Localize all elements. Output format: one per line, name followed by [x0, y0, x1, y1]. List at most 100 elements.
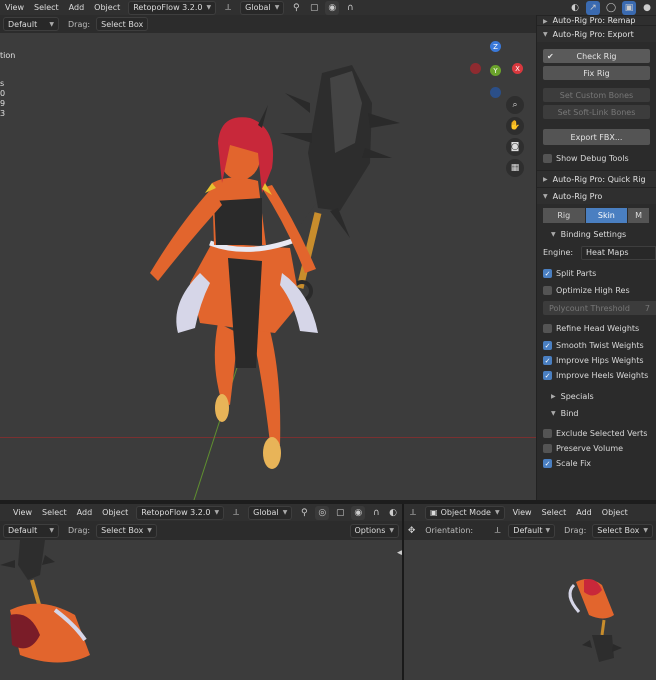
chevron-down-icon: ▼ — [214, 509, 220, 516]
drag-dropdown[interactable]: Select Box ▼ — [592, 523, 653, 538]
xray-icon[interactable]: ▣ — [622, 0, 636, 15]
improve-hips-checkbox[interactable]: ✓ Improve Hips Weights — [537, 353, 656, 368]
bind-header[interactable]: ▼ Bind — [537, 406, 656, 421]
editor-type-icon[interactable] — [2, 506, 6, 520]
menu-view[interactable]: View — [8, 508, 37, 517]
pivot-link-icon[interactable]: ⚲ — [297, 506, 311, 520]
zoom-icon[interactable]: ⌕ — [506, 96, 524, 114]
mode-dropdown[interactable]: ▣ Object Mode ▼ — [425, 505, 505, 520]
checkbox-checked: ✓ — [543, 269, 552, 278]
quick-rig-section-header[interactable]: ▶ Auto-Rig Pro: Quick Rig — [537, 170, 656, 187]
visibility-icon[interactable]: ◐ — [386, 506, 400, 520]
binding-settings-header[interactable]: ▼ Binding Settings — [537, 227, 656, 242]
orientation-dropdown[interactable]: Global ▼ — [248, 505, 293, 520]
orientation-dropdown[interactable]: Default ▼ — [508, 523, 556, 538]
proportional-edit-icon[interactable]: ◉ — [351, 505, 366, 520]
menu-select[interactable]: Select — [29, 3, 64, 12]
proportional-edit-icon[interactable]: ◉ — [325, 0, 340, 15]
chevron-down-icon: ▼ — [49, 20, 54, 28]
drag-dropdown[interactable]: Select Box — [96, 17, 149, 31]
drag-dropdown[interactable]: Select Box ▼ — [96, 523, 157, 538]
menu-add[interactable]: Add — [72, 508, 98, 517]
tab-skin[interactable]: Skin — [585, 208, 628, 223]
shading-solid-icon[interactable]: ● — [640, 1, 654, 15]
refine-head-checkbox[interactable]: Refine Head Weights — [537, 321, 656, 336]
overlay-icon[interactable]: ◯ — [604, 1, 618, 15]
menu-add[interactable]: Add — [571, 508, 597, 517]
visibility-icon[interactable]: ◐ — [568, 1, 582, 15]
optimize-high-res-checkbox[interactable]: Optimize High Res — [537, 283, 656, 298]
improve-heels-checkbox[interactable]: ✓ Improve Heels Weights — [537, 368, 656, 383]
menu-object[interactable]: Object — [97, 508, 133, 517]
exclude-selected-label: Exclude Selected Verts — [556, 429, 648, 438]
engine-value: Heat Maps — [586, 248, 629, 257]
orientation-dropdown[interactable]: Global ▼ — [240, 0, 285, 15]
retopoflow-dropdown[interactable]: RetopoFlow 3.2.0 ▼ — [128, 0, 217, 15]
tab-rig[interactable]: Rig — [543, 208, 585, 223]
specials-header[interactable]: ▶ Specials — [537, 389, 656, 404]
scale-fix-checkbox[interactable]: ✓ Scale Fix — [537, 456, 656, 471]
pan-hand-icon[interactable]: ✋ — [506, 117, 524, 135]
navigation-gizmo[interactable]: Z Y X — [466, 41, 526, 101]
checkbox-checked: ✓ — [543, 371, 552, 380]
arp-section-header[interactable]: ▼ Auto-Rig Pro — [537, 187, 656, 204]
move-tool-icon[interactable]: ✥ — [406, 524, 417, 538]
preserve-volume-checkbox[interactable]: Preserve Volume — [537, 441, 656, 456]
export-fbx-button[interactable]: Export FBX... — [543, 129, 650, 145]
show-debug-tools-checkbox[interactable]: Show Debug Tools — [537, 151, 656, 166]
menu-object[interactable]: Object — [597, 508, 633, 517]
gizmo-neg-x-axis[interactable] — [470, 63, 481, 74]
main-viewport[interactable]: tion s 0 9 3 Z Y X ⌕ ✋ ◙ ▦ — [0, 33, 536, 500]
chevron-down-icon: ▼ — [551, 410, 556, 417]
menu-select[interactable]: Select — [537, 508, 572, 517]
grid-view-icon[interactable]: ▦ — [506, 159, 524, 177]
tool-orientation-dropdown[interactable]: Default ▼ — [3, 17, 59, 31]
gizmo-x-axis[interactable]: X — [512, 63, 523, 74]
falloff-icon[interactable]: ∩ — [369, 506, 383, 520]
smooth-twist-checkbox[interactable]: ✓ Smooth Twist Weights — [537, 338, 656, 353]
chevron-down-icon: ▼ — [206, 4, 212, 11]
pivot-link-icon[interactable]: ⚲ — [289, 1, 303, 15]
transform-orientation-icon: ⟂ — [494, 525, 501, 536]
tab-m[interactable]: M — [628, 208, 649, 223]
export-section-body: ✔ Check Rig Fix Rig Set Custom Bones Set… — [537, 42, 656, 170]
gizmo-z-axis[interactable]: Z — [490, 41, 501, 52]
exclude-selected-checkbox[interactable]: Exclude Selected Verts — [537, 426, 656, 441]
export-section-header[interactable]: ▼ Auto-Rig Pro: Export — [537, 25, 656, 42]
menu-select[interactable]: Select — [37, 508, 72, 517]
check-rig-button[interactable]: ✔ Check Rig — [543, 49, 650, 63]
drag-label: Drag: — [68, 526, 91, 535]
bottom-left-viewport[interactable] — [0, 540, 402, 680]
character-model[interactable] — [0, 33, 536, 500]
remap-section-header[interactable]: ▶ Auto-Rig Pro: Remap — [537, 15, 656, 25]
options-dropdown[interactable]: Options ▼ — [349, 523, 399, 538]
camera-icon[interactable]: ◙ — [506, 138, 524, 156]
chevron-down-icon: ▼ — [643, 527, 648, 534]
menu-add[interactable]: Add — [64, 3, 90, 12]
check-icon: ✔ — [547, 51, 554, 61]
fix-rig-button[interactable]: Fix Rig — [543, 66, 650, 80]
menu-view[interactable]: View — [508, 508, 537, 517]
engine-dropdown[interactable]: Heat Maps — [581, 245, 656, 260]
gizmo-y-axis[interactable]: Y — [490, 65, 501, 76]
editor-type-icon[interactable]: ⟂ — [406, 506, 420, 520]
transform-orientation-icon: ⟂ — [233, 507, 240, 518]
falloff-icon[interactable]: ∩ — [343, 1, 357, 15]
polycount-threshold-field[interactable]: Polycount Threshold 7 — [543, 301, 656, 315]
menu-object[interactable]: Object — [89, 3, 125, 12]
set-custom-bones-button[interactable]: Set Custom Bones — [543, 88, 650, 102]
gizmo-neg-z-axis[interactable] — [490, 87, 501, 98]
snap-icon[interactable]: ▢ — [307, 1, 321, 15]
snap-target-icon[interactable]: ▢ — [333, 506, 347, 520]
menu-view[interactable]: View — [0, 3, 29, 12]
split-parts-checkbox[interactable]: ✓ Split Parts — [537, 266, 656, 281]
tool-orientation-dropdown[interactable]: Default ▼ — [3, 523, 59, 538]
snap-icon[interactable]: ◎ — [315, 505, 330, 520]
set-softlink-bones-button[interactable]: Set Soft-Link Bones — [543, 105, 650, 119]
bottom-right-viewport[interactable] — [404, 540, 656, 680]
bottom-right-tool-header: ✥ Orientation: ⟂ Default ▼ Drag: Select B… — [404, 521, 656, 540]
retopoflow-dropdown[interactable]: RetopoFlow 3.2.0 ▼ — [136, 505, 225, 520]
gizmo-toggle-icon[interactable]: ↗ — [586, 0, 600, 15]
checkbox-checked: ✓ — [543, 459, 552, 468]
checkbox-checked: ✓ — [543, 356, 552, 365]
